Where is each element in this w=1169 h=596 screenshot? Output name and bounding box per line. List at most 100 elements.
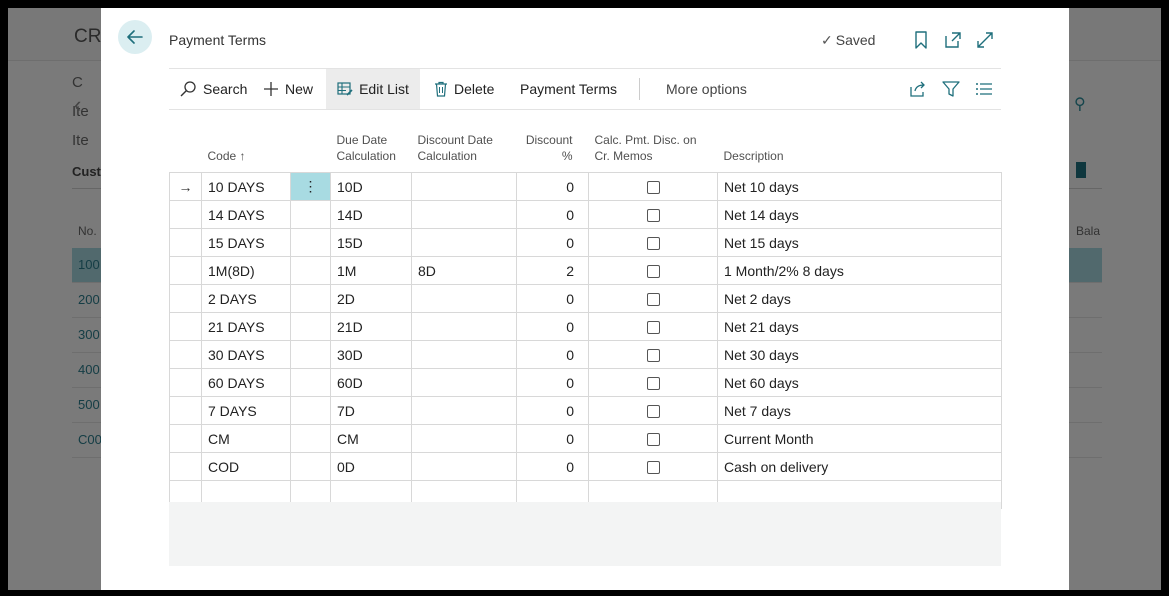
description-cell[interactable]: Net 14 days bbox=[717, 200, 1002, 229]
discount-date-calculation-cell[interactable] bbox=[411, 284, 517, 313]
table-row[interactable]: 7 DAYS 7D 0 Net 7 days bbox=[169, 396, 1002, 425]
calc-pmt-disc-checkbox-cell[interactable] bbox=[588, 340, 718, 369]
table-row[interactable]: 15 DAYS 15D 0 Net 15 days bbox=[169, 228, 1002, 257]
due-date-calculation-cell[interactable]: 10D bbox=[330, 172, 412, 201]
back-button[interactable] bbox=[118, 20, 152, 54]
calc-pmt-disc-checkbox[interactable] bbox=[646, 181, 660, 195]
calc-pmt-disc-checkbox-cell[interactable] bbox=[588, 368, 718, 397]
row-actions-menu[interactable] bbox=[290, 340, 331, 369]
description-cell[interactable]: Net 60 days bbox=[717, 368, 1002, 397]
table-row[interactable]: CM CM 0 Current Month bbox=[169, 424, 1002, 453]
table-row[interactable]: 14 DAYS 14D 0 Net 14 days bbox=[169, 200, 1002, 229]
discount-percent-cell[interactable]: 0 bbox=[516, 396, 589, 425]
table-row[interactable]: 30 DAYS 30D 0 Net 30 days bbox=[169, 340, 1002, 369]
due-date-calculation-cell[interactable]: 60D bbox=[330, 368, 412, 397]
code-cell[interactable]: 7 DAYS bbox=[201, 396, 291, 425]
code-cell[interactable]: 10 DAYS bbox=[201, 172, 291, 201]
discount-date-calculation-cell[interactable] bbox=[411, 200, 517, 229]
discount-date-calculation-cell[interactable] bbox=[411, 172, 517, 201]
calc-pmt-disc-header[interactable]: Calc. Pmt. Disc. on Cr. Memos bbox=[589, 116, 718, 173]
due-date-calculation-cell[interactable]: CM bbox=[330, 424, 412, 453]
calc-pmt-disc-checkbox-cell[interactable] bbox=[588, 396, 718, 425]
code-cell[interactable]: 14 DAYS bbox=[201, 200, 291, 229]
list-view-button[interactable] bbox=[974, 79, 994, 99]
delete-button[interactable]: Delete bbox=[434, 69, 494, 109]
calc-pmt-disc-checkbox[interactable] bbox=[646, 461, 660, 475]
description-cell[interactable]: Net 10 days bbox=[717, 172, 1002, 201]
row-actions-menu[interactable] bbox=[290, 200, 331, 229]
calc-pmt-disc-checkbox[interactable] bbox=[646, 377, 660, 391]
calc-pmt-disc-checkbox-cell[interactable] bbox=[588, 284, 718, 313]
discount-percent-cell[interactable]: 0 bbox=[516, 340, 589, 369]
description-cell[interactable]: Net 7 days bbox=[717, 396, 1002, 425]
discount-date-calculation-cell[interactable] bbox=[411, 424, 517, 453]
bookmark-button[interactable] bbox=[911, 30, 931, 50]
discount-date-calculation-cell[interactable] bbox=[411, 452, 517, 481]
description-cell[interactable]: Cash on delivery bbox=[717, 452, 1002, 481]
discount-percent-cell[interactable]: 0 bbox=[516, 228, 589, 257]
row-actions-menu[interactable] bbox=[290, 396, 331, 425]
discount-date-calculation-cell[interactable] bbox=[411, 228, 517, 257]
discount-percent-cell[interactable]: 2 bbox=[516, 256, 589, 285]
due-date-calculation-cell[interactable]: 21D bbox=[330, 312, 412, 341]
description-cell[interactable]: Net 21 days bbox=[717, 312, 1002, 341]
calc-pmt-disc-checkbox-cell[interactable] bbox=[588, 172, 718, 201]
description-cell[interactable]: Current Month bbox=[717, 424, 1002, 453]
due-date-calculation-cell[interactable]: 15D bbox=[330, 228, 412, 257]
calc-pmt-disc-checkbox[interactable] bbox=[646, 321, 660, 335]
code-cell[interactable]: COD bbox=[201, 452, 291, 481]
due-date-calculation-cell[interactable]: 0D bbox=[330, 452, 412, 481]
discount-date-calculation-cell[interactable] bbox=[411, 312, 517, 341]
new-button[interactable]: New bbox=[263, 69, 313, 109]
share-button[interactable] bbox=[908, 79, 928, 99]
calc-pmt-disc-checkbox[interactable] bbox=[646, 209, 660, 223]
calc-pmt-disc-checkbox[interactable] bbox=[646, 349, 660, 363]
table-row[interactable]: 1M(8D) 1M 8D 2 1 Month/2% 8 days bbox=[169, 256, 1002, 285]
open-new-window-button[interactable] bbox=[943, 30, 963, 50]
table-row[interactable]: 21 DAYS 21D 0 Net 21 days bbox=[169, 312, 1002, 341]
discount-date-calculation-header[interactable]: Discount Date Calculation bbox=[412, 116, 517, 173]
row-actions-menu[interactable] bbox=[290, 312, 331, 341]
code-header[interactable]: Code ↑ bbox=[202, 116, 291, 173]
discount-date-calculation-cell[interactable] bbox=[411, 368, 517, 397]
calc-pmt-disc-checkbox[interactable] bbox=[646, 405, 660, 419]
calc-pmt-disc-checkbox-cell[interactable] bbox=[588, 312, 718, 341]
description-cell[interactable]: Net 30 days bbox=[717, 340, 1002, 369]
table-row[interactable]: 2 DAYS 2D 0 Net 2 days bbox=[169, 284, 1002, 313]
row-actions-menu[interactable] bbox=[290, 452, 331, 481]
due-date-calculation-cell[interactable]: 2D bbox=[330, 284, 412, 313]
due-date-calculation-cell[interactable]: 1M bbox=[330, 256, 412, 285]
table-row[interactable]: 60 DAYS 60D 0 Net 60 days bbox=[169, 368, 1002, 397]
calc-pmt-disc-checkbox[interactable] bbox=[646, 293, 660, 307]
due-date-calculation-cell[interactable]: 7D bbox=[330, 396, 412, 425]
discount-percent-header[interactable]: Discount% bbox=[517, 116, 589, 173]
code-cell[interactable]: 2 DAYS bbox=[201, 284, 291, 313]
discount-percent-cell[interactable]: 0 bbox=[516, 284, 589, 313]
due-date-calculation-header[interactable]: Due Date Calculation bbox=[331, 116, 412, 173]
description-cell[interactable]: Net 15 days bbox=[717, 228, 1002, 257]
discount-date-calculation-cell[interactable]: 8D bbox=[411, 256, 517, 285]
discount-percent-cell[interactable]: 0 bbox=[516, 200, 589, 229]
description-cell[interactable]: Net 2 days bbox=[717, 284, 1002, 313]
discount-percent-cell[interactable]: 0 bbox=[516, 452, 589, 481]
discount-percent-cell[interactable]: 0 bbox=[516, 424, 589, 453]
row-actions-menu[interactable] bbox=[290, 228, 331, 257]
code-cell[interactable]: 30 DAYS bbox=[201, 340, 291, 369]
code-cell[interactable]: 21 DAYS bbox=[201, 312, 291, 341]
due-date-calculation-cell[interactable]: 30D bbox=[330, 340, 412, 369]
discount-date-calculation-cell[interactable] bbox=[411, 396, 517, 425]
discount-percent-cell[interactable]: 0 bbox=[516, 368, 589, 397]
more-options-button[interactable]: More options bbox=[666, 69, 747, 109]
calc-pmt-disc-checkbox-cell[interactable] bbox=[588, 200, 718, 229]
row-actions-menu[interactable]: ⋮ bbox=[290, 172, 331, 201]
calc-pmt-disc-checkbox-cell[interactable] bbox=[588, 424, 718, 453]
row-actions-menu[interactable] bbox=[290, 424, 331, 453]
table-row[interactable]: COD 0D 0 Cash on delivery bbox=[169, 452, 1002, 481]
due-date-calculation-cell[interactable]: 14D bbox=[330, 200, 412, 229]
expand-button[interactable] bbox=[975, 30, 995, 50]
table-row[interactable]: → 10 DAYS ⋮ 10D 0 Net 10 days bbox=[169, 172, 1002, 201]
row-actions-menu[interactable] bbox=[290, 256, 331, 285]
discount-percent-cell[interactable]: 0 bbox=[516, 312, 589, 341]
code-cell[interactable]: 60 DAYS bbox=[201, 368, 291, 397]
discount-percent-cell[interactable]: 0 bbox=[516, 172, 589, 201]
